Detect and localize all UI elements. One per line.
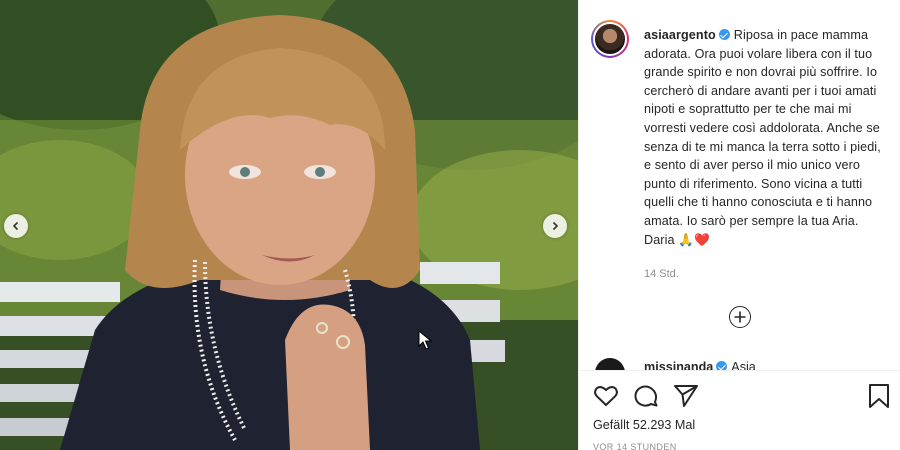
- chevron-right-icon: [552, 221, 559, 231]
- comment-avatar[interactable]: [595, 358, 625, 370]
- avatar[interactable]: [591, 20, 629, 58]
- plus-circle-icon: [734, 311, 746, 323]
- comment-bubble-icon[interactable]: [633, 383, 659, 409]
- post-side-panel: asiaargento Riposa in pace mamma adorata.…: [578, 0, 900, 450]
- load-more-comments-button[interactable]: [729, 306, 751, 328]
- verified-badge-icon: [718, 29, 730, 40]
- comment-body: Asia: [731, 360, 756, 370]
- bookmark-icon[interactable]: [866, 383, 892, 409]
- avatar-image: [593, 22, 627, 56]
- post-caption: asiaargento Riposa in pace mamma adorata.…: [644, 26, 890, 249]
- comment-preview: missinanda Asia: [591, 356, 891, 370]
- carousel-next-button[interactable]: [543, 214, 567, 238]
- caption-area: asiaargento Riposa in pace mamma adorata.…: [579, 0, 900, 370]
- likes-label: Gefällt 52.293 Mal: [593, 418, 696, 432]
- post-timestamp: VOR 14 STUNDEN: [593, 442, 677, 450]
- post-photo: [0, 0, 578, 450]
- caption-time-ago[interactable]: 14 Std.: [644, 268, 679, 280]
- actions-bar: Gefällt 52.293 Mal VOR 14 STUNDEN: [579, 370, 900, 450]
- caption-text: Riposa in pace mamma adorata. Ora puoi v…: [644, 28, 881, 247]
- comment-verified-badge-icon: [716, 361, 728, 370]
- username-link[interactable]: asiaargento: [644, 28, 716, 42]
- comment-text: missinanda Asia: [644, 360, 756, 370]
- likes-count[interactable]: Gefällt 52.293 Mal: [593, 418, 695, 432]
- heart-icon[interactable]: [593, 383, 619, 409]
- carousel-prev-button[interactable]: [4, 214, 28, 238]
- comment-username-link[interactable]: missinanda: [644, 360, 713, 370]
- paper-plane-icon[interactable]: [673, 383, 699, 409]
- mouse-cursor-icon: [418, 330, 432, 350]
- post-media[interactable]: [0, 0, 578, 450]
- chevron-left-icon: [12, 221, 19, 231]
